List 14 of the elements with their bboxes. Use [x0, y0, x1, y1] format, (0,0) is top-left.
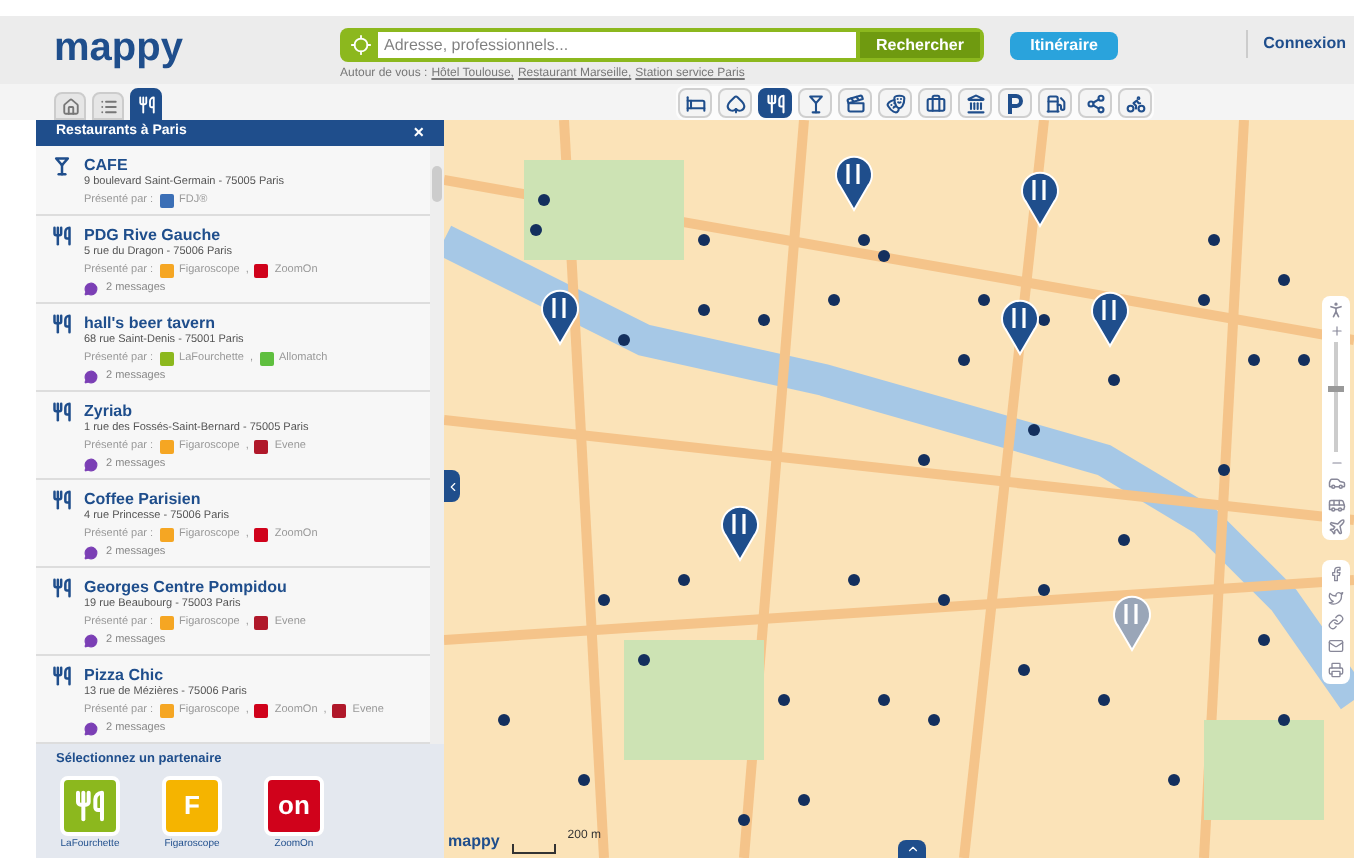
- partner-logo: on: [264, 775, 324, 836]
- partner-logo: F: [162, 775, 222, 836]
- result-name[interactable]: Pizza Chic: [84, 666, 384, 684]
- result-name[interactable]: hall's beer tavern: [84, 314, 328, 332]
- login-link[interactable]: Connexion: [1263, 32, 1346, 56]
- result-name[interactable]: CAFE: [84, 156, 284, 174]
- map-logo: mappy: [448, 830, 500, 854]
- result-name[interactable]: Zyriab: [84, 402, 309, 420]
- close-button[interactable]: ×: [413, 124, 424, 142]
- result-name[interactable]: PDG Rive Gauche: [84, 226, 318, 244]
- search-field[interactable]: Adresse, professionnels...: [378, 32, 856, 58]
- result-name[interactable]: Coffee Parisien: [84, 490, 318, 508]
- result-name[interactable]: Georges Centre Pompidou: [84, 578, 306, 596]
- logo: mappy: [54, 28, 185, 68]
